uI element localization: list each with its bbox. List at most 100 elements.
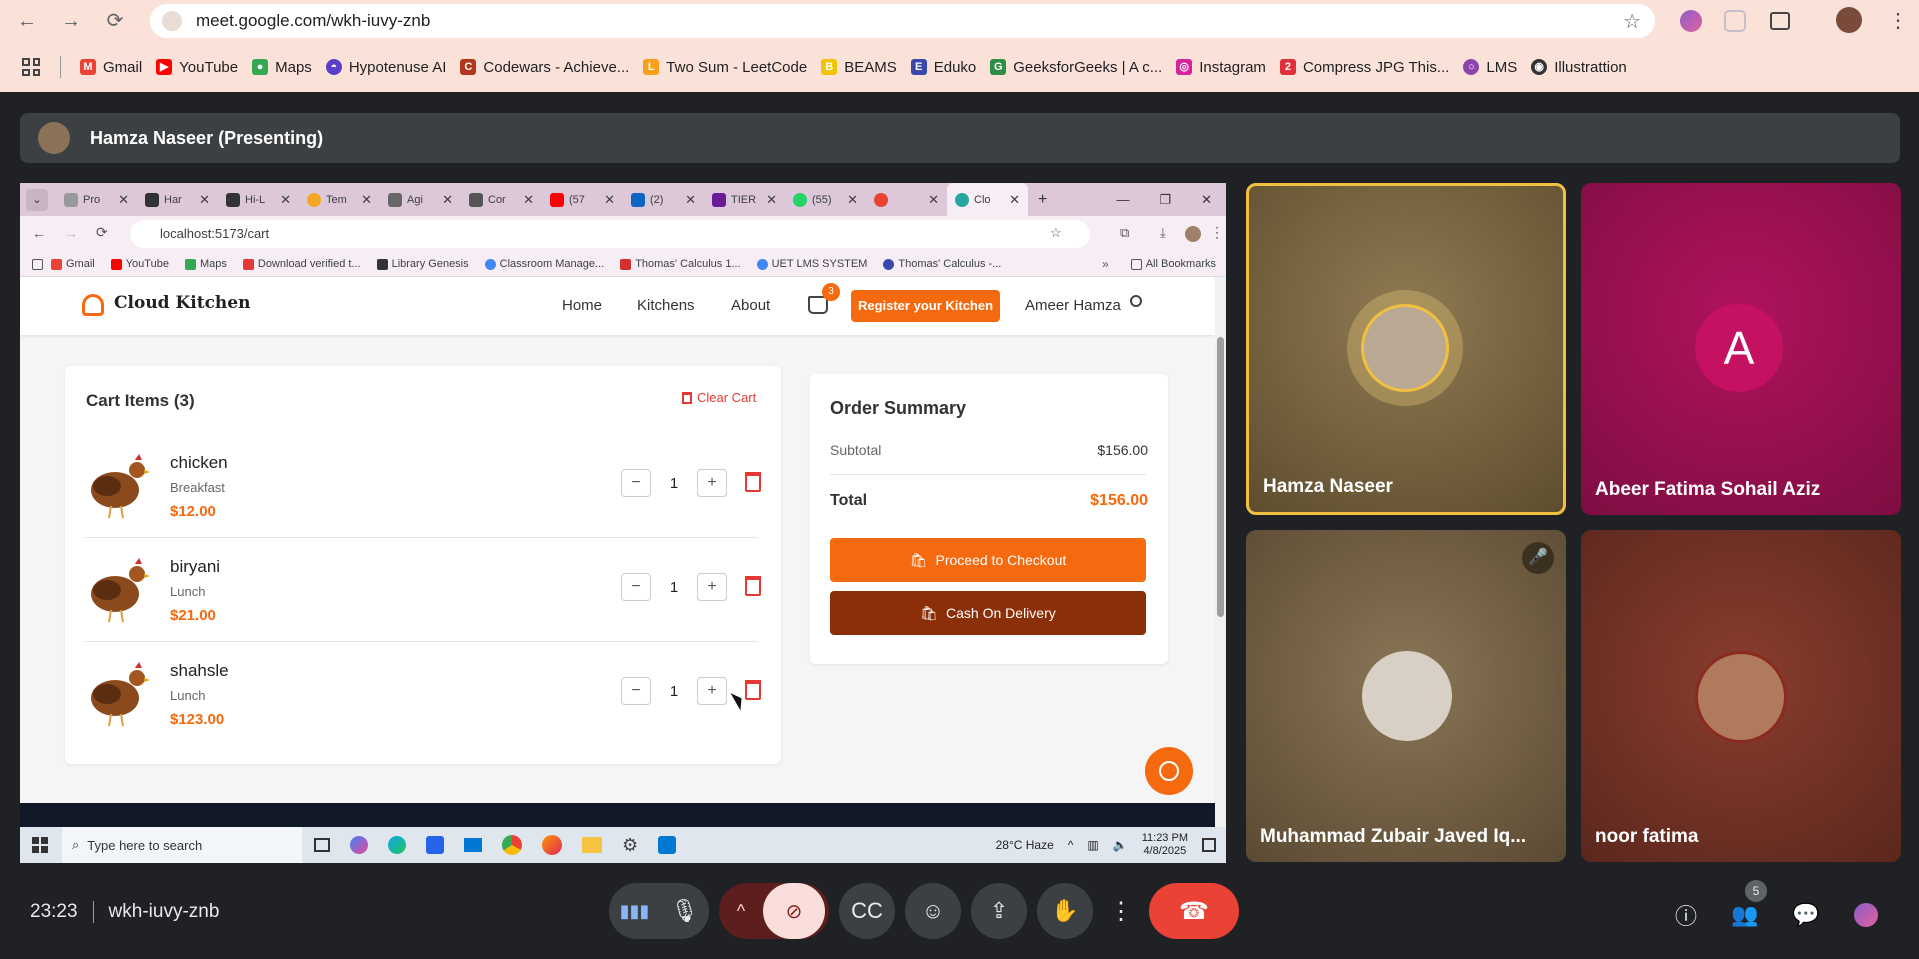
shared-bookmark[interactable]: Maps — [184, 258, 227, 270]
shared-bookmark[interactable]: Library Genesis — [376, 258, 469, 270]
participant-tile[interactable]: noor fatima — [1581, 530, 1901, 862]
store-icon[interactable] — [426, 836, 444, 854]
chat-fab[interactable] — [1145, 747, 1193, 795]
volume-icon[interactable]: 🔈 — [1113, 838, 1128, 852]
forward-icon[interactable]: → — [60, 10, 82, 32]
browser-menu-icon[interactable]: ⋮ — [1888, 8, 1908, 33]
meeting-info-icon[interactable]: ⓘ — [1675, 899, 1697, 931]
shared-bookmark[interactable]: Classroom Manage... — [484, 258, 604, 270]
reload-icon[interactable]: ⟳ — [104, 10, 126, 32]
bookmark-instagram[interactable]: ◎ Instagram — [1176, 59, 1266, 76]
profile-avatar[interactable] — [1836, 7, 1862, 33]
shared-bookmark[interactable]: UET LMS SYSTEM — [756, 258, 867, 270]
task-view-icon[interactable] — [314, 838, 330, 852]
shared-bookmark[interactable]: YouTube — [110, 258, 169, 270]
camera-options-chevron-icon[interactable]: ^ — [719, 901, 763, 922]
shared-tab[interactable]: Tem ✕ — [299, 183, 380, 216]
increase-button[interactable]: + — [697, 573, 727, 601]
present-screen-icon[interactable]: ⇪ — [971, 883, 1027, 939]
mic-site-icon[interactable] — [162, 11, 182, 31]
shared-tab[interactable]: ✕ — [866, 183, 947, 216]
shared-forward-icon[interactable]: → — [64, 225, 78, 241]
bookmark-geeksforgeeks[interactable]: G GeeksforGeeks | A c... — [990, 59, 1162, 76]
nav-kitchens[interactable]: Kitchens — [637, 297, 695, 314]
bookmark-illustration[interactable]: ◉ Illustrattion — [1531, 59, 1627, 76]
register-kitchen-button[interactable]: Register your Kitchen — [851, 290, 1000, 322]
tab-search-icon[interactable]: ⌄ — [26, 188, 48, 211]
bookmark-hypotenuse[interactable]: ◓ Hypotenuse AI — [325, 59, 446, 76]
taskbar-search[interactable]: ⌕ Type here to search — [62, 827, 302, 863]
camera-off-icon[interactable]: ⊘ — [763, 883, 825, 939]
restore-icon[interactable]: ❐ — [1159, 192, 1171, 208]
chrome-icon[interactable] — [502, 835, 522, 855]
bookmark-compress-jpg[interactable]: 2 Compress JPG This... — [1279, 59, 1449, 76]
back-icon[interactable]: ← — [16, 10, 38, 32]
extensions-icon[interactable] — [1770, 12, 1790, 30]
shared-tab[interactable]: Har ✕ — [137, 183, 218, 216]
address-bar[interactable]: meet.google.com/wkh-iuvy-znb ☆ — [150, 4, 1655, 38]
leave-call-button[interactable]: ☎ — [1149, 883, 1239, 939]
shared-tab[interactable]: Cor ✕ — [461, 183, 542, 216]
shared-tab[interactable]: Pro ✕ — [56, 183, 137, 216]
firefox-icon[interactable] — [542, 835, 562, 855]
remove-item-icon[interactable] — [745, 472, 761, 492]
shared-back-icon[interactable]: ← — [32, 225, 46, 241]
windows-start-icon[interactable] — [32, 837, 48, 853]
increase-button[interactable]: + — [697, 677, 727, 705]
apps-grid-icon[interactable] — [22, 58, 40, 76]
extension-icon[interactable] — [1680, 10, 1702, 32]
participant-tile[interactable]: Hamza Naseer — [1246, 183, 1566, 515]
shared-bookmark[interactable]: Download verified t... — [242, 258, 361, 270]
more-options-icon[interactable]: ⋮ — [1103, 897, 1139, 926]
bookmark-eduko[interactable]: E Eduko — [910, 59, 976, 76]
shared-tab[interactable]: (55) ✕ — [785, 183, 866, 216]
shared-star-icon[interactable]: ☆ — [1050, 225, 1062, 241]
mail-icon[interactable] — [464, 838, 482, 852]
shared-tab[interactable]: Agi ✕ — [380, 183, 461, 216]
bookmark-youtube[interactable]: ▶ YouTube — [156, 59, 238, 76]
microphone-icon[interactable]: 🎙 — [670, 898, 698, 924]
shared-apps-icon[interactable] — [32, 258, 43, 270]
shared-bookmark[interactable]: Gmail — [51, 258, 95, 270]
people-icon[interactable]: 👥 5 — [1731, 880, 1768, 928]
shared-tab[interactable]: (57 ✕ — [542, 183, 623, 216]
shared-menu-icon[interactable]: ⋮ — [1210, 224, 1224, 241]
decrease-button[interactable]: − — [621, 677, 651, 705]
edge-icon[interactable] — [388, 836, 406, 854]
emoji-reaction-icon[interactable]: ☺ — [905, 883, 961, 939]
remove-item-icon[interactable] — [745, 680, 761, 700]
shared-tab[interactable]: Hi-L ✕ — [218, 183, 299, 216]
shared-profile-avatar[interactable] — [1185, 226, 1201, 242]
bookmark-codewars[interactable]: C Codewars - Achieve... — [460, 59, 629, 76]
participant-tile[interactable]: A Abeer Fatima Sohail Aziz — [1581, 183, 1901, 515]
shared-tab-active[interactable]: Clo ✕ — [947, 183, 1028, 216]
remove-item-icon[interactable] — [745, 576, 761, 596]
participant-tile[interactable]: 🎤 Muhammad Zubair Javed Iq... — [1246, 530, 1566, 862]
user-name[interactable]: Ameer Hamza — [1025, 297, 1121, 314]
new-tab-icon[interactable]: + — [1038, 191, 1047, 209]
raise-hand-icon[interactable]: ✋ — [1037, 883, 1093, 939]
increase-button[interactable]: + — [697, 469, 727, 497]
site-brand[interactable]: Cloud Kitchen — [114, 293, 250, 313]
file-explorer-icon[interactable] — [582, 837, 602, 853]
decrease-button[interactable]: − — [621, 573, 651, 601]
more-bookmarks-icon[interactable]: » — [1102, 257, 1109, 271]
page-scrollbar[interactable] — [1215, 277, 1226, 827]
vscode-icon[interactable] — [658, 836, 677, 854]
nav-about[interactable]: About — [731, 297, 770, 314]
minimize-icon[interactable]: — — [1116, 192, 1129, 208]
shared-tab[interactable]: (2) ✕ — [623, 183, 704, 216]
shared-reload-icon[interactable]: ⟳ — [96, 224, 108, 241]
shared-extensions-icon[interactable]: ⧉ — [1120, 225, 1129, 241]
close-window-icon[interactable]: ✕ — [1201, 192, 1212, 208]
nav-home[interactable]: Home — [562, 297, 602, 314]
copilot-icon[interactable] — [350, 836, 368, 854]
bookmark-leetcode[interactable]: L Two Sum - LeetCode — [643, 59, 807, 76]
weather-text[interactable]: 28°C Haze — [996, 838, 1054, 852]
star-icon[interactable]: ☆ — [1623, 9, 1641, 34]
clear-cart-button[interactable]: Clear Cart — [682, 390, 756, 405]
cash-on-delivery-button[interactable]: 🛍 Cash On Delivery — [830, 591, 1146, 635]
decrease-button[interactable]: − — [621, 469, 651, 497]
bookmark-gmail[interactable]: M Gmail — [80, 59, 142, 76]
bookmark-maps[interactable]: ● Maps — [252, 59, 312, 76]
